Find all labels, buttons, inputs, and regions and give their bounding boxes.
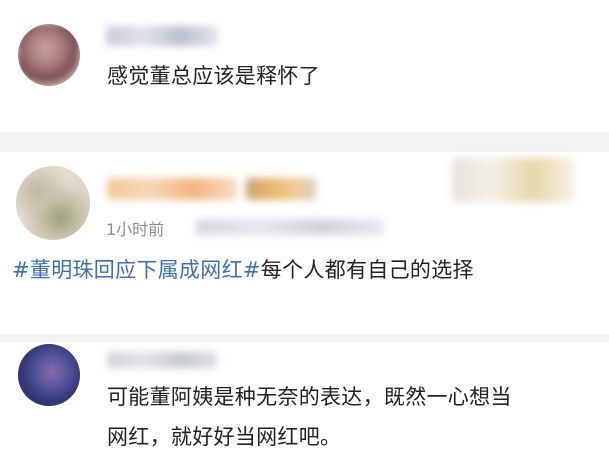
username-blurred[interactable] — [107, 178, 237, 200]
username-blurred[interactable] — [106, 26, 218, 46]
user-avatar[interactable] — [16, 166, 90, 240]
comment-body: #董明珠回应下属成网红#每个人都有自己的选择 — [12, 253, 474, 287]
comment-text-line-1: 可能董阿姨是种无奈的表达，既然一心想当 — [107, 385, 512, 409]
source-blurred — [196, 219, 384, 235]
user-avatar[interactable] — [18, 24, 80, 86]
comment-text-line-2: 网红，就好好当网红吧。 — [107, 425, 342, 449]
comment-text: 每个人都有自己的选择 — [260, 258, 474, 282]
separator — [0, 334, 609, 342]
hashtag-link[interactable]: #董明珠回应下属成网红# — [12, 258, 261, 282]
user-avatar[interactable] — [18, 344, 80, 406]
username-blurred[interactable] — [107, 352, 217, 368]
separator — [0, 132, 609, 152]
comment-card-2: 1小时前 #董明珠回应下属成网红#每个人都有自己的选择 — [0, 152, 609, 334]
thumbnail-blurred[interactable] — [452, 158, 574, 202]
comment-text: 感觉董总应该是释怀了 — [107, 64, 320, 88]
user-badge-blurred — [246, 178, 316, 200]
comment-card-1: 感觉董总应该是释怀了 — [0, 0, 609, 132]
comment-card-3: 可能董阿姨是种无奈的表达，既然一心想当 网红，就好好当网红吧。 — [0, 342, 609, 466]
post-time: 1小时前 — [106, 220, 165, 239]
